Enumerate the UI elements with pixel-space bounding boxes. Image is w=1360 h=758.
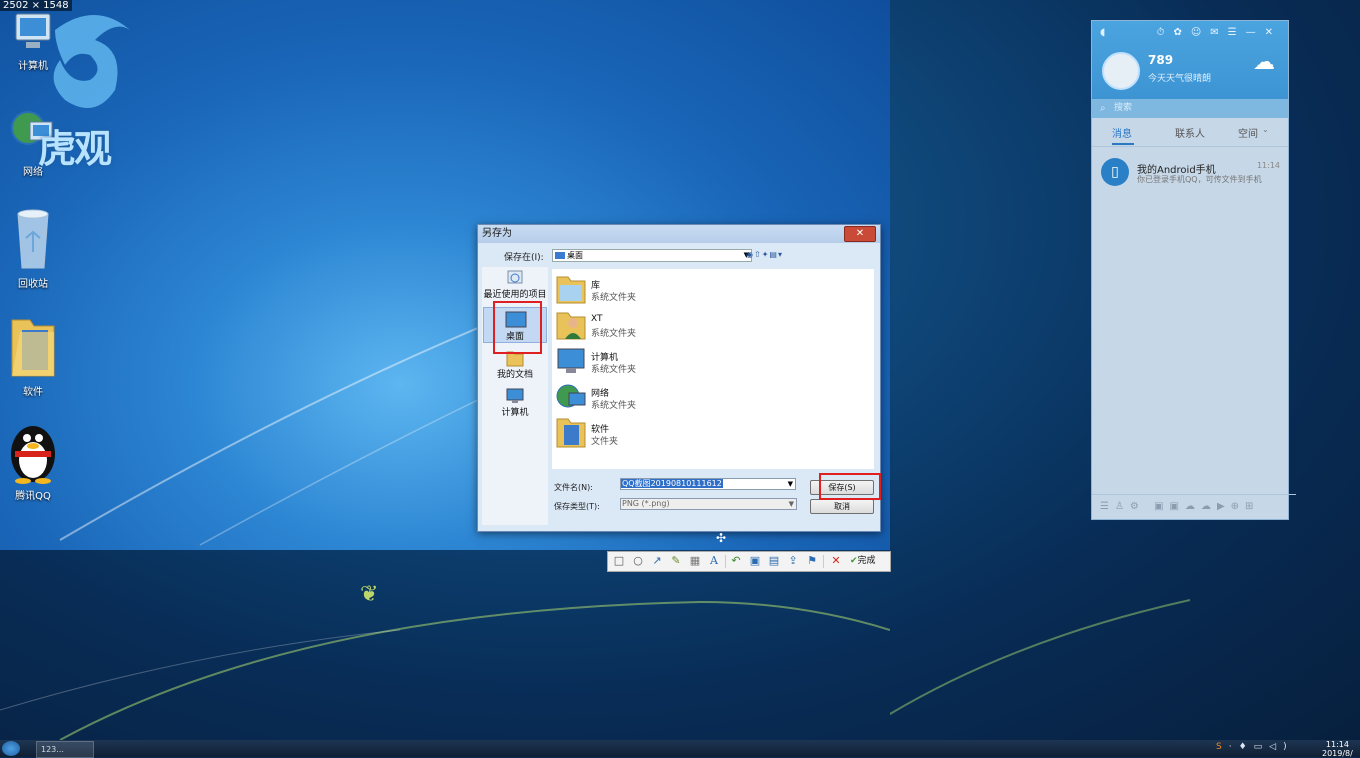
filename-input[interactable]: QQ截图20190810111612 ▼ <box>620 478 796 490</box>
message-preview: 你已登录手机QQ，可传文件到手机 <box>1137 175 1262 184</box>
weather-cloud-icon[interactable]: ☁ <box>1246 51 1282 75</box>
file-item-library[interactable]: 库 系统文件夹 <box>556 273 756 307</box>
system-tray[interactable]: S·♦▭◁) <box>1216 742 1294 752</box>
taskbar-item[interactable]: 123... <box>36 741 94 758</box>
message-time: 11:14 <box>1256 161 1280 170</box>
tab-messages[interactable]: 消息 <box>1112 125 1132 140</box>
qq-tabs: 消息 联系人 空间 ⌄ <box>1092 118 1288 147</box>
qq-bottom-toolbar[interactable]: ☰♙⚙ ▣▣☁☁▶⊕⊞ <box>1092 494 1296 519</box>
filetype-label: 保存类型(T): <box>554 502 600 511</box>
taskbar: 123... S·♦▭◁) 11:14 2019/8/ <box>0 740 1360 758</box>
recycle-bin-icon <box>10 208 56 272</box>
bookmark-icon[interactable]: ⚑ <box>805 554 819 568</box>
avatar[interactable] <box>1102 52 1140 90</box>
qq-header: ◖ ⏱✿☺✉☰—✕ 789 今天天气很晴朗 ☁ <box>1092 21 1288 99</box>
qq-search-input[interactable]: ⌕ 搜索 <box>1092 99 1288 118</box>
chevron-down-icon: ▼ <box>788 500 794 508</box>
highlight-desktop-place <box>493 301 542 354</box>
file-item-software[interactable]: 软件 文件夹 <box>556 417 756 451</box>
file-item-network[interactable]: 网络 系统文件夹 <box>556 381 756 415</box>
search-icon: ⌕ <box>1100 103 1106 114</box>
desktop-icon-label: 软件 <box>23 387 43 398</box>
filetype-value: PNG (*.png) <box>622 499 670 508</box>
place-computer[interactable]: 计算机 <box>482 387 548 418</box>
desktop-icon-qq[interactable]: 腾讯QQ <box>0 418 66 502</box>
place-recent[interactable]: 最近使用的项目 <box>482 269 548 300</box>
desktop-icon <box>555 252 565 259</box>
desktop-icon-label: 腾讯QQ <box>15 491 51 502</box>
text-icon[interactable]: A <box>707 554 721 568</box>
dialog-close-button[interactable]: ✕ <box>844 226 876 242</box>
rectangle-icon[interactable]: □ <box>612 554 626 568</box>
chevron-down-icon: ▼ <box>787 480 793 488</box>
cancel-capture-icon[interactable]: ✕ <box>829 554 843 568</box>
tab-space[interactable]: 空间 <box>1238 125 1258 140</box>
save-icon[interactable]: ▣ <box>748 554 762 568</box>
chevron-down-icon: ⌄ <box>1262 125 1269 134</box>
filename-value: QQ截图20190810111612 <box>621 479 723 488</box>
tab-contacts[interactable]: 联系人 <box>1175 125 1205 140</box>
phone-icon: ▯ <box>1101 158 1129 186</box>
check-icon: ✔ <box>850 556 858 566</box>
qq-number: 789 <box>1148 53 1174 67</box>
desktop-icon-recycle-bin[interactable]: 回收站 <box>0 208 66 290</box>
pen-icon[interactable]: ✎ <box>669 554 683 568</box>
capture-toolbar: □ ○ ↗ ✎ ▦ A ↶ ▣ ▤ ⇪ ⚑ ✕ ✔完成 <box>607 551 891 572</box>
start-button[interactable] <box>2 741 20 756</box>
filename-label: 文件名(N): <box>554 483 593 492</box>
qq-signature[interactable]: 今天天气很晴朗 <box>1148 71 1211 84</box>
back-icon[interactable]: ◉ <box>746 250 754 259</box>
pin-icon[interactable]: ▤ <box>767 554 781 568</box>
filetype-select[interactable]: PNG (*.png) ▼ <box>620 498 797 510</box>
navigation-toolbar[interactable]: ◉⇧✦▤▾ <box>746 250 783 259</box>
active-tab-indicator <box>1112 143 1134 145</box>
user-folder-icon <box>556 309 586 341</box>
dimmed-area-bottom: ❦ <box>0 550 890 740</box>
save-in-dropdown[interactable]: 桌面 ▼ <box>552 249 752 262</box>
file-list: 库 系统文件夹 XT 系统文件夹 计算机 系统文件夹 网络 系统文件夹 软件 文… <box>552 269 874 469</box>
computer-icon <box>556 345 586 377</box>
up-folder-icon[interactable]: ⇧ <box>754 250 762 259</box>
undo-icon[interactable]: ↶ <box>729 554 743 568</box>
qq-logo-icon: ◖ <box>1100 27 1106 38</box>
desktop-icon-software-folder[interactable]: 软件 <box>0 314 66 398</box>
folder-icon <box>8 314 58 380</box>
toolbar-separator <box>725 555 726 568</box>
view-menu-icon[interactable]: ▤▾ <box>769 250 783 259</box>
arrow-icon[interactable]: ↗ <box>650 554 664 568</box>
dialog-title: 另存为 <box>478 225 880 243</box>
clock[interactable]: 11:14 2019/8/ <box>1322 740 1353 758</box>
cancel-button[interactable]: 取消 <box>810 499 874 514</box>
file-item-xt[interactable]: XT 系统文件夹 <box>556 309 756 343</box>
qq-penguin-icon <box>5 418 61 484</box>
qq-window-controls[interactable]: ⏱✿☺✉☰—✕ <box>1157 27 1282 38</box>
toolbar-separator <box>823 555 824 568</box>
save-in-value: 桌面 <box>567 251 583 260</box>
desktop-icon-label: 回收站 <box>18 279 48 290</box>
watermark-text: 虎观 <box>38 127 112 171</box>
save-in-label: 保存在(I): <box>504 253 544 263</box>
qq-main-panel: ◖ ⏱✿☺✉☰—✕ 789 今天天气很晴朗 ☁ ⌕ 搜索 消息 联系人 空间 ⌄… <box>1091 20 1296 520</box>
sogou-icon[interactable]: S <box>1216 742 1229 752</box>
ellipse-icon[interactable]: ○ <box>631 554 645 568</box>
file-item-computer[interactable]: 计算机 系统文件夹 <box>556 345 756 379</box>
network-icon <box>556 381 586 413</box>
highlight-save-button <box>819 473 881 500</box>
computer-icon <box>505 387 525 403</box>
vine-leaf-icon: ❦ <box>360 582 379 607</box>
done-button[interactable]: ✔完成 <box>850 554 876 568</box>
folder-icon <box>556 417 586 449</box>
drag-handle-icon[interactable]: ✣ <box>716 531 726 545</box>
share-icon[interactable]: ⇪ <box>786 554 800 568</box>
list-item[interactable]: ▯ 我的Android手机 11:14 你已登录手机QQ，可传文件到手机 <box>1092 153 1288 193</box>
recent-icon <box>505 269 525 285</box>
mosaic-icon[interactable]: ▦ <box>688 554 702 568</box>
library-icon <box>556 273 586 305</box>
